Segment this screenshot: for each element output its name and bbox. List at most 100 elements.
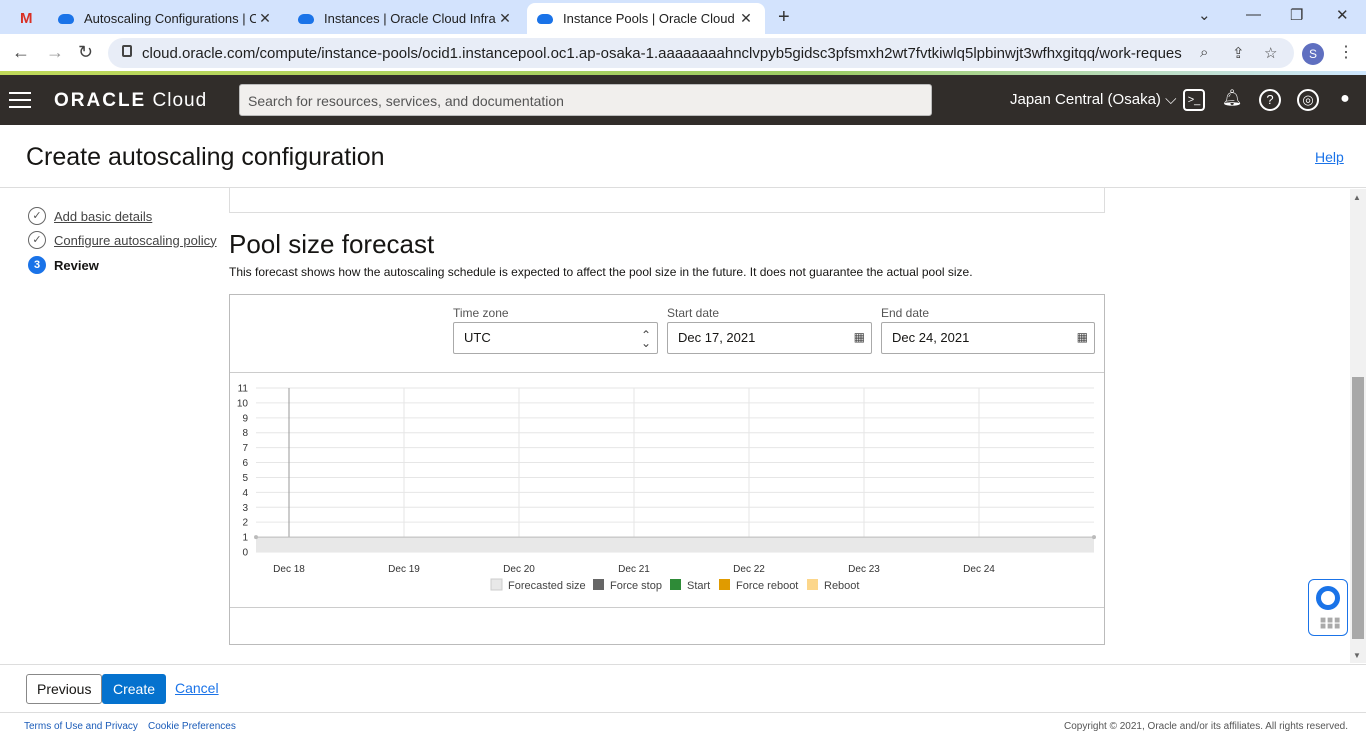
- bell-icon[interactable]: 🔔︎: [1221, 89, 1243, 111]
- tab-search-icon[interactable]: ⌄: [1198, 6, 1211, 24]
- user-profile-icon[interactable]: ●: [1334, 89, 1356, 111]
- bookmark-star-icon[interactable]: ☆: [1264, 44, 1277, 62]
- browser-tab-instance-pools[interactable]: Instance Pools | Oracle Cloud Infr ✕: [527, 3, 765, 34]
- lifebuoy-icon: [1316, 586, 1340, 610]
- x-tick-label: Dec 22: [733, 564, 765, 575]
- oracle-cloud-icon: [58, 13, 74, 24]
- legend-swatch: [490, 578, 503, 591]
- forecast-description: This forecast shows how the autoscaling …: [229, 265, 973, 279]
- step-review: 3 Review: [28, 256, 99, 274]
- end-date-value: Dec 24, 2021: [892, 330, 970, 345]
- gmail-icon[interactable]: M: [20, 10, 33, 27]
- start-date-field: Start date Dec 17, 2021 ▦: [667, 306, 872, 354]
- legend-label: Reboot: [824, 580, 859, 592]
- window-close-icon[interactable]: ✕: [1336, 6, 1349, 24]
- hamburger-menu-icon[interactable]: [9, 92, 31, 113]
- help-icon[interactable]: ?: [1259, 89, 1281, 111]
- timezone-select[interactable]: UTC ⌃ ⌄: [453, 322, 658, 354]
- start-date-input[interactable]: Dec 17, 2021 ▦: [667, 322, 872, 354]
- share-icon[interactable]: ⇪: [1232, 44, 1245, 62]
- start-date-value: Dec 17, 2021: [678, 330, 756, 345]
- close-icon[interactable]: ✕: [256, 10, 274, 27]
- close-icon[interactable]: ✕: [737, 10, 755, 27]
- logo-brand: ORACLE: [54, 90, 147, 111]
- browser-toolbar: ← → ↻ cloud.oracle.com/compute/instance-…: [0, 34, 1366, 72]
- y-tick-label: 4: [242, 488, 248, 499]
- tab-title: Instances | Oracle Cloud Infrastru: [324, 11, 496, 26]
- forecast-chart-panel: Time zone UTC ⌃ ⌄ Start date Dec 17, 2021…: [229, 294, 1105, 645]
- y-tick-label: 7: [242, 443, 248, 454]
- check-circle-icon: ✓: [28, 207, 46, 225]
- reload-icon[interactable]: ↻: [78, 42, 93, 63]
- legend-label: Force reboot: [736, 580, 798, 592]
- y-tick-label: 9: [242, 413, 248, 424]
- legend-swatch: [670, 579, 681, 590]
- tab-title: Autoscaling Configurations | Ora: [84, 11, 256, 26]
- forecast-heading: Pool size forecast: [229, 229, 435, 259]
- browser-tab-instances[interactable]: Instances | Oracle Cloud Infrastru ✕: [288, 3, 524, 34]
- cookie-preferences-link[interactable]: Cookie Preferences: [148, 721, 236, 732]
- step-number: 3: [28, 256, 46, 274]
- chevron-down-icon: ⌵: [1165, 91, 1177, 108]
- new-tab-button[interactable]: +: [778, 6, 790, 29]
- terms-link[interactable]: Terms of Use and Privacy: [24, 721, 138, 732]
- logo-product: Cloud: [146, 90, 208, 111]
- minimize-icon[interactable]: —: [1246, 6, 1261, 23]
- browser-menu-icon[interactable]: ⋮: [1338, 42, 1354, 62]
- legend-swatch: [719, 579, 730, 590]
- scroll-up-icon[interactable]: ▲: [1353, 193, 1361, 202]
- search-input[interactable]: Search for resources, services, and docu…: [239, 84, 932, 116]
- forward-arrow-icon[interactable]: →: [46, 42, 64, 63]
- calendar-icon[interactable]: ▦: [854, 330, 865, 344]
- x-tick-label: Dec 20: [503, 564, 535, 575]
- timezone-value: UTC: [464, 330, 491, 345]
- zoom-icon[interactable]: ⌕: [1200, 44, 1208, 61]
- legend-swatch: [807, 579, 818, 590]
- calendar-icon[interactable]: ▦: [1077, 330, 1088, 344]
- close-icon[interactable]: ✕: [496, 10, 514, 27]
- cloud-shell-icon[interactable]: >_: [1183, 89, 1205, 111]
- timezone-field: Time zone UTC ⌃ ⌄: [453, 306, 658, 354]
- scrollbar-thumb[interactable]: [1352, 377, 1364, 639]
- forecast-point: [254, 535, 258, 540]
- page-scrollbar[interactable]: ▲ ▼: [1350, 189, 1366, 663]
- support-help-widget[interactable]: ■■■ ■■■: [1308, 579, 1348, 636]
- scroll-down-icon[interactable]: ▼: [1353, 651, 1361, 660]
- page-title-bar: Create autoscaling configuration Help: [0, 125, 1366, 188]
- region-label: Japan Central (Osaka): [1010, 91, 1161, 108]
- y-tick-label: 1: [242, 533, 248, 544]
- previous-button[interactable]: Previous: [26, 674, 103, 704]
- legal-footer: Terms of Use and Privacy Cookie Preferen…: [0, 712, 1366, 737]
- back-arrow-icon[interactable]: ←: [12, 42, 30, 63]
- oracle-cloud-logo[interactable]: ORACLE Cloud: [54, 90, 207, 112]
- step-label: Review: [54, 257, 99, 273]
- cancel-link[interactable]: Cancel: [165, 674, 229, 704]
- browser-tab-autoscaling[interactable]: Autoscaling Configurations | Ora ✕: [48, 3, 284, 34]
- grip-dots-icon: ■■■ ■■■: [1320, 615, 1342, 632]
- start-date-label: Start date: [667, 306, 720, 320]
- wizard-footer: Previous Create Cancel: [0, 664, 1366, 712]
- legend-label: Start: [687, 580, 710, 592]
- globe-icon[interactable]: ◎: [1297, 89, 1319, 111]
- help-link[interactable]: Help: [1315, 149, 1344, 165]
- previous-section-box: [229, 188, 1105, 213]
- y-tick-label: 2: [242, 518, 248, 529]
- step-add-basic-details[interactable]: ✓ Add basic details: [28, 207, 152, 225]
- copyright-text: Copyright © 2021, Oracle and/or its affi…: [1064, 721, 1348, 732]
- profile-avatar[interactable]: S: [1302, 43, 1324, 65]
- x-tick-label: Dec 23: [848, 564, 880, 575]
- step-configure-autoscaling-policy[interactable]: ✓ Configure autoscaling policy: [28, 231, 217, 249]
- create-button[interactable]: Create: [102, 674, 167, 704]
- forecast-filters: Time zone UTC ⌃ ⌄ Start date Dec 17, 2021…: [230, 295, 1104, 373]
- forecast-point: [1092, 535, 1096, 540]
- restore-icon[interactable]: ❐: [1290, 6, 1303, 24]
- legend-label: Force stop: [610, 580, 662, 592]
- oci-header: ORACLE Cloud Search for resources, servi…: [0, 75, 1366, 125]
- address-bar[interactable]: cloud.oracle.com/compute/instance-pools/…: [108, 38, 1294, 68]
- y-tick-label: 10: [237, 398, 249, 409]
- chart-footer-box: [230, 607, 1104, 644]
- y-tick-label: 0: [242, 548, 248, 559]
- browser-tab-bar: M Autoscaling Configurations | Ora ✕ Ins…: [0, 0, 1366, 34]
- end-date-input[interactable]: Dec 24, 2021 ▦: [881, 322, 1095, 354]
- region-selector[interactable]: Japan Central (Osaka) ⌵: [1010, 91, 1176, 108]
